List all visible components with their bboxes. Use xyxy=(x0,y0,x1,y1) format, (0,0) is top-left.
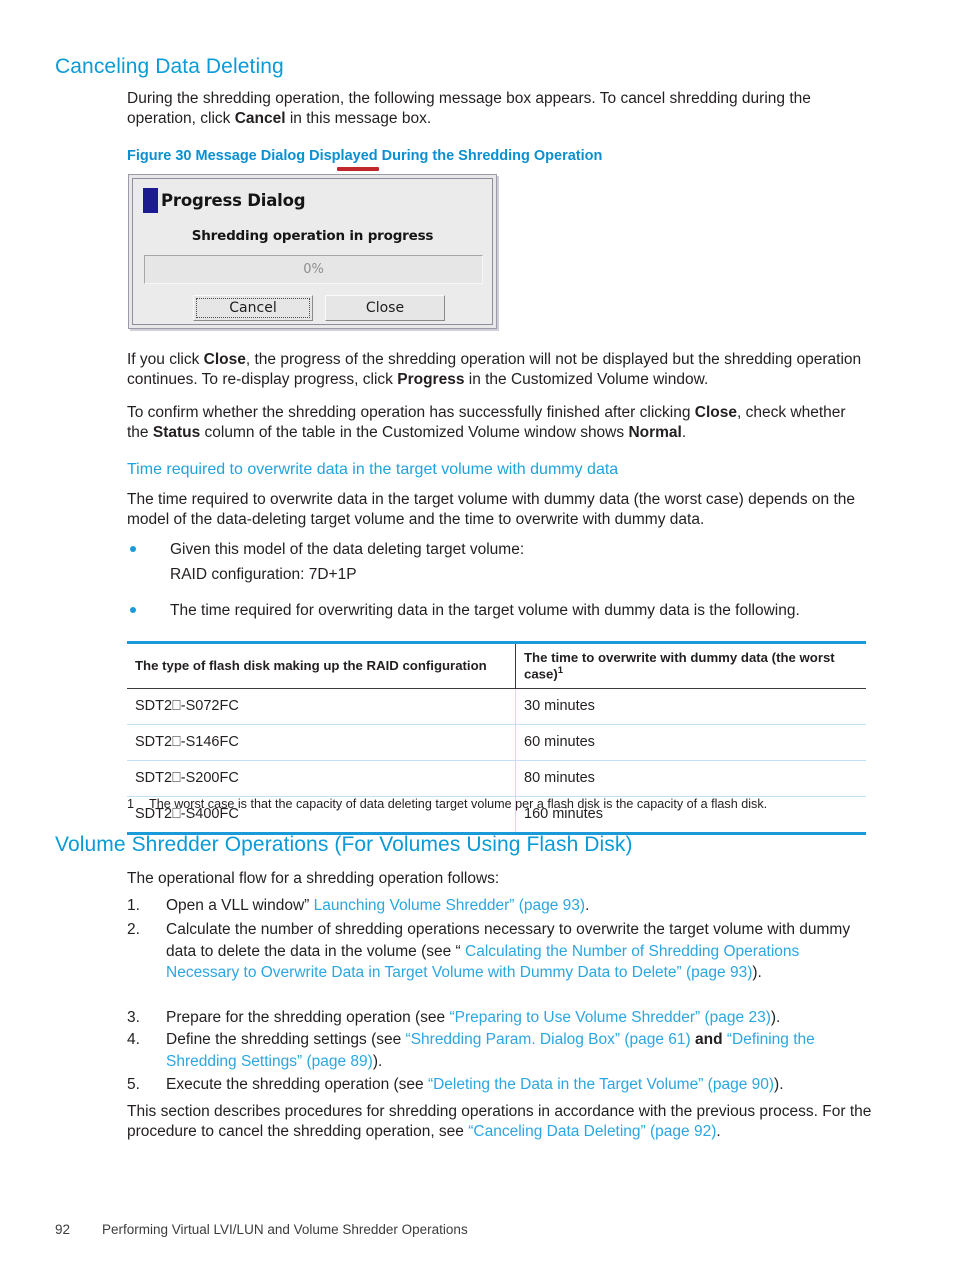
step-text: Calculate the number of shredding operat… xyxy=(166,919,872,984)
footer-page-number: 92 xyxy=(55,1222,71,1237)
cross-reference-link[interactable]: “Canceling Data Deleting” (page 92) xyxy=(468,1123,716,1140)
table-cell-disk-type: SDT2⎕-S072FC xyxy=(127,688,516,726)
step-text-b: ). xyxy=(372,1052,383,1070)
table-row: SDT2⎕-S200FC 80 minutes xyxy=(127,760,866,798)
raid-configuration-text: RAID configuration: 7D+1P xyxy=(170,566,357,583)
footnote-text: The worst case is that the capacity of d… xyxy=(149,797,768,811)
page-footer: 92 Performing Virtual LVI/LUN and Volume … xyxy=(55,1222,468,1237)
cross-reference-link[interactable]: “Deleting the Data in the Target Volume”… xyxy=(428,1076,774,1093)
closing-paragraph: This section describes procedures for sh… xyxy=(127,1102,872,1142)
document-page: Canceling Data Deleting During the shred… xyxy=(0,0,954,1271)
page-title: Canceling Data Deleting xyxy=(55,55,284,78)
table-cell-disk-type: SDT2⎕-S146FC xyxy=(127,724,516,762)
list-item: Given this model of the data deleting ta… xyxy=(130,540,870,560)
table-body: SDT2⎕-S072FC 30 minutes SDT2⎕-S146FC 60 … xyxy=(127,688,866,834)
step-text-b: ). xyxy=(774,1076,784,1093)
list-item: The time required for overwriting data i… xyxy=(130,601,875,621)
intro-text-part1: During the shredding operation, the foll… xyxy=(127,90,811,127)
step-item-5: 5. Execute the shredding operation (see … xyxy=(127,1074,872,1096)
figure-caption: Figure 30 Message Dialog Displayed Durin… xyxy=(127,148,603,164)
table-cell-time: 80 minutes xyxy=(515,760,866,798)
progress-bar-label: 0% xyxy=(303,262,324,277)
cross-reference-link[interactable]: Launching Volume Shredder” (page 93) xyxy=(314,897,585,914)
step-text-b: ). xyxy=(770,1009,781,1026)
step-text-a: Define the shredding settings (see xyxy=(166,1031,406,1048)
footnote-number: 1 xyxy=(127,797,135,811)
p2-part-d: . xyxy=(681,424,687,441)
dialog-cancel-button[interactable]: Cancel xyxy=(193,295,313,321)
closing-text-b: . xyxy=(716,1123,721,1140)
p2-part-c: column of the table in the Customized Vo… xyxy=(200,424,629,441)
dialog-title: Progress Dialog xyxy=(161,191,306,210)
section-heading-volume-shredder-operations: Volume Shredder Operations (For Volumes … xyxy=(55,833,633,856)
p2-bold-normal: Normal xyxy=(628,424,682,441)
step-item-2: 2. Calculate the number of shredding ope… xyxy=(127,919,872,984)
step-text-b: ). xyxy=(752,964,762,981)
step-item-1: 1. Open a VLL window” Launching Volume S… xyxy=(127,895,872,917)
progress-bar: 0% xyxy=(144,255,483,284)
intro-bold-cancel: Cancel xyxy=(234,110,286,127)
time-required-paragraph: The time required to overwrite data in t… xyxy=(127,491,856,528)
confirm-status-paragraph: To confirm whether the shredding operati… xyxy=(127,403,869,443)
step-item-4: 4. Define the shredding settings (see “S… xyxy=(127,1029,872,1072)
step-text: Prepare for the shredding operation (see… xyxy=(166,1007,872,1029)
table-cell-time: 30 minutes xyxy=(515,688,866,726)
progress-dialog-screenshot: Progress Dialog Shredding operation in p… xyxy=(128,174,497,329)
red-crop-mark xyxy=(337,167,379,171)
p1-part-a: If you click xyxy=(127,351,204,368)
step-number: 5. xyxy=(127,1076,140,1093)
table-row: SDT2⎕-S146FC 60 minutes xyxy=(127,724,866,762)
dialog-cancel-label: Cancel xyxy=(229,300,277,316)
bullet-text: Given this model of the data deleting ta… xyxy=(170,541,525,558)
p2-part-a: To confirm whether the shredding operati… xyxy=(127,404,695,421)
table-cell-time: 60 minutes xyxy=(515,724,866,762)
footnote-marker: 1 xyxy=(557,665,564,676)
bullet-dot-icon xyxy=(130,546,136,552)
table-header-disk-type: The type of flash disk making up the RAI… xyxy=(127,642,516,690)
p2-bold-close: Close xyxy=(694,404,737,421)
p2-bold-status: Status xyxy=(152,424,201,441)
close-behavior-paragraph: If you click Close, the progress of the … xyxy=(127,350,869,390)
step-text-a: Execute the shredding operation (see xyxy=(166,1076,428,1093)
dialog-titlebar: Progress Dialog xyxy=(133,179,492,215)
bullet-text: The time required for overwriting data i… xyxy=(170,602,800,619)
step-text: Execute the shredding operation (see “De… xyxy=(166,1074,872,1096)
dialog-window: Progress Dialog Shredding operation in p… xyxy=(132,178,493,325)
step-text: Define the shredding settings (see “Shre… xyxy=(166,1029,872,1072)
footer-running-title: Performing Virtual LVI/LUN and Volume Sh… xyxy=(102,1222,468,1237)
bullet-dot-icon xyxy=(130,607,136,613)
intro-text-part2: in this message box. xyxy=(285,110,432,127)
intro-paragraph: During the shredding operation, the foll… xyxy=(127,89,867,129)
cross-reference-link[interactable]: “Shredding Param. Dialog Box” (page 61) xyxy=(406,1031,691,1048)
step-text: Open a VLL window” Launching Volume Shre… xyxy=(166,895,872,917)
table-row: SDT2⎕-S072FC 30 minutes xyxy=(127,688,866,726)
step-number: 3. xyxy=(127,1009,140,1026)
step-text-a: Open a VLL window” xyxy=(166,897,314,914)
p1-bold-close: Close xyxy=(203,351,246,368)
table-footnote: 1 The worst case is that the capacity of … xyxy=(127,797,767,811)
p1-bold-progress: Progress xyxy=(397,371,465,388)
step-number: 2. xyxy=(127,921,140,938)
operations-intro-paragraph: The operational flow for a shredding ope… xyxy=(127,870,500,887)
step-number: 4. xyxy=(127,1031,140,1048)
dialog-app-icon xyxy=(143,188,158,213)
p1-part-c: in the Customized Volume window. xyxy=(464,371,709,388)
cross-reference-link[interactable]: “Preparing to Use Volume Shredder” (page… xyxy=(449,1009,770,1026)
table-header-overwrite-time-label: The time to overwrite with dummy data (t… xyxy=(524,650,835,682)
dialog-close-button[interactable]: Close xyxy=(325,295,445,321)
dialog-close-label: Close xyxy=(365,300,405,316)
dialog-message: Shredding operation in progress xyxy=(191,228,434,244)
step-text-b: . xyxy=(585,897,590,914)
table-header-row: The type of flash disk making up the RAI… xyxy=(127,642,866,690)
subheading-time-required: Time required to overwrite data in the t… xyxy=(127,461,619,478)
table-cell-disk-type: SDT2⎕-S200FC xyxy=(127,760,516,798)
step-text-and: and xyxy=(690,1031,727,1048)
table-header-overwrite-time: The time to overwrite with dummy data (t… xyxy=(515,642,866,690)
step-item-3: 3. Prepare for the shredding operation (… xyxy=(127,1007,872,1029)
step-text-a: Prepare for the shredding operation (see xyxy=(166,1009,450,1026)
step-number: 1. xyxy=(127,897,140,914)
